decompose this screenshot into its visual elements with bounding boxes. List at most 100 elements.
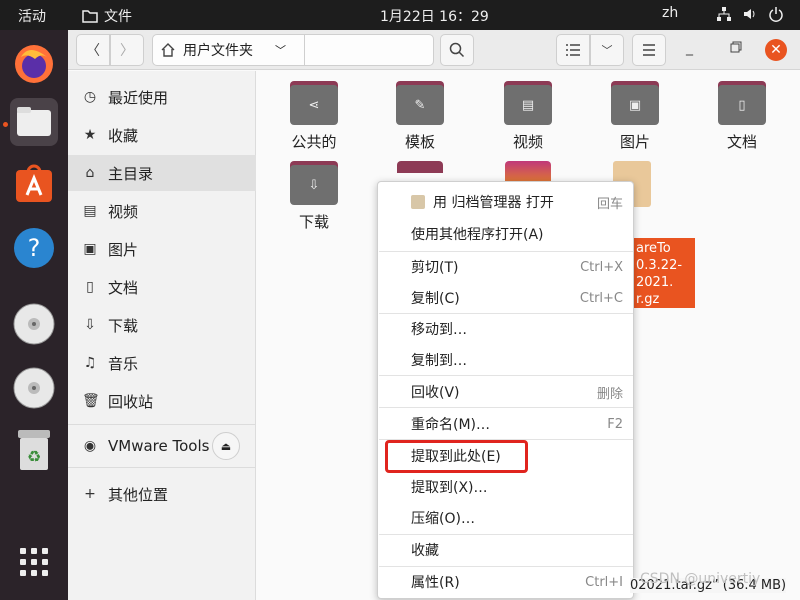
sidebar-item-documents[interactable]: ▯ 文档 — [68, 269, 256, 305]
folder-share-icon: ⋖ — [290, 81, 338, 125]
sidebar-item-downloads[interactable]: ⇩ 下载 — [68, 307, 256, 343]
forward-button[interactable]: 〉 — [110, 34, 144, 66]
disc-icon[interactable] — [10, 300, 58, 348]
network-icon — [716, 6, 732, 22]
menu-item-label: 回收(V) — [411, 385, 460, 401]
trash-icon[interactable]: ♻ — [10, 426, 58, 474]
watermark: CSDN @univertiy — [640, 571, 761, 587]
music-icon: ♫ — [83, 355, 97, 371]
dock: ? ♻ — [0, 30, 68, 600]
app-menu[interactable]: 文件 — [82, 6, 132, 26]
menu-item-copy[interactable]: 复制(C) Ctrl+C — [379, 283, 633, 313]
sidebar-item-recent[interactable]: ◷ 最近使用 — [68, 79, 256, 115]
trash-icon: 🗑︎ — [82, 393, 100, 409]
menu-item-properties[interactable]: 属性(R) Ctrl+I — [379, 567, 633, 597]
hamburger-icon — [643, 44, 655, 56]
close-icon: ✕ — [770, 42, 782, 58]
view-list-button[interactable] — [556, 34, 590, 66]
search-button[interactable] — [440, 34, 474, 66]
firefox-icon[interactable] — [10, 40, 58, 88]
svg-text:♻: ♻ — [27, 447, 41, 466]
activities-button[interactable]: 活动 — [18, 6, 46, 26]
top-bar: 活动 文件 1月22日 16：29 zh — [0, 0, 800, 30]
file-label: 模板 — [404, 133, 435, 151]
header-bar: 〈 〉 用户文件夹 ﹀ ﹀ _ ✕ — [68, 30, 800, 70]
menu-item-cut[interactable]: 剪切(T) Ctrl+X — [379, 252, 633, 282]
sidebar-item-label: 其他位置 — [108, 485, 169, 504]
menu-item-rename[interactable]: 重命名(M)… F2 — [379, 409, 633, 439]
close-button[interactable]: ✕ — [765, 39, 787, 61]
menu-item-open-with[interactable]: 使用其他程序打开(A) — [379, 219, 633, 249]
volume-icon — [742, 6, 758, 22]
back-button[interactable]: 〈 — [76, 34, 110, 66]
star-icon: ★ — [83, 127, 97, 143]
view-options-button[interactable]: ﹀ — [590, 34, 624, 66]
sidebar-item-label: 最近使用 — [108, 88, 169, 107]
folder-documents-icon: ▯ — [718, 81, 766, 125]
menu-item-label: 移动到… — [411, 322, 467, 338]
sidebar-item-starred[interactable]: ★ 收藏 — [68, 117, 256, 153]
plus-icon: + — [84, 486, 96, 502]
chevron-down-icon: ﹀ — [601, 44, 613, 57]
input-language[interactable]: zh — [662, 5, 678, 21]
menu-item-star[interactable]: 收藏 — [379, 535, 633, 565]
path-home-segment[interactable]: 用户文件夹 ﹀ — [153, 35, 305, 65]
minimize-button[interactable]: _ — [686, 40, 693, 56]
file-label: 文档 — [726, 133, 757, 151]
sidebar-item-pictures[interactable]: ▣ 图片 — [68, 231, 256, 267]
menu-item-trash[interactable]: 回收(V) 删除 — [379, 377, 633, 407]
app-grid-icon[interactable] — [10, 538, 58, 586]
menu-item-label: 属性(R) — [411, 575, 460, 591]
software-icon[interactable] — [10, 160, 58, 208]
selected-file-label[interactable]: areTo 0.3.22- 2021. r.gz — [633, 238, 695, 308]
clock[interactable]: 1月22日 16：29 — [380, 6, 489, 26]
file-item-public[interactable]: ⋖ 公共的 — [269, 81, 359, 152]
sidebar-item-label: 回收站 — [108, 392, 154, 411]
list-view-icon — [566, 44, 580, 56]
system-tray[interactable] — [716, 6, 784, 22]
sidebar-item-trash[interactable]: 🗑︎ 回收站 — [68, 383, 256, 419]
disc-icon[interactable] — [10, 364, 58, 412]
file-label: 图片 — [619, 133, 650, 151]
file-item-videos[interactable]: ▤ 视频 — [483, 81, 573, 152]
sidebar-item-label: 下载 — [108, 316, 139, 335]
menu-item-label: 剪切(T) — [411, 260, 459, 276]
menu-item-move-to[interactable]: 移动到… — [379, 314, 633, 344]
main-menu-button[interactable] — [632, 34, 666, 66]
menu-item-accel: Ctrl+X — [580, 259, 623, 275]
sidebar-item-label: VMware Tools — [108, 437, 210, 455]
document-icon: ▯ — [86, 279, 94, 295]
menu-item-extract-to[interactable]: 提取到(X)… — [379, 472, 633, 502]
minimize-icon: _ — [686, 40, 693, 56]
files-icon[interactable] — [10, 98, 58, 146]
sidebar-divider — [68, 467, 256, 468]
menu-item-label: 用 归档管理器 打开 — [433, 195, 554, 211]
menu-item-open-archive-manager[interactable]: 用 归档管理器 打开 回车 — [379, 187, 633, 217]
file-item-downloads[interactable]: ⇩ 下载 — [269, 161, 359, 232]
file-label: 下载 — [298, 213, 329, 231]
file-label: 视频 — [512, 133, 543, 151]
sidebar-item-label: 音乐 — [108, 354, 139, 373]
menu-item-label: 复制到… — [411, 353, 467, 369]
file-item-templates[interactable]: ✎ 模板 — [375, 81, 465, 152]
sidebar-item-music[interactable]: ♫ 音乐 — [68, 345, 256, 381]
sidebar-item-videos[interactable]: ▤ 视频 — [68, 193, 256, 229]
file-item-pictures[interactable]: ▣ 图片 — [590, 81, 680, 152]
sidebar-item-other-locations[interactable]: + 其他位置 — [68, 476, 256, 512]
menu-item-compress[interactable]: 压缩(O)… — [379, 503, 633, 533]
help-icon[interactable]: ? — [10, 224, 58, 272]
folder-pictures-icon: ▣ — [611, 81, 659, 125]
menu-item-label: 复制(C) — [411, 291, 460, 307]
picture-icon: ▣ — [83, 241, 97, 257]
context-menu: 用 归档管理器 打开 回车 使用其他程序打开(A) 剪切(T) Ctrl+X 复… — [377, 181, 634, 599]
menu-item-accel: Ctrl+C — [579, 290, 623, 306]
sidebar-item-home[interactable]: ⌂ 主目录 — [68, 155, 256, 191]
file-item-documents[interactable]: ▯ 文档 — [697, 81, 787, 152]
maximize-button[interactable] — [730, 41, 742, 57]
app-name: 文件 — [104, 9, 132, 25]
chevron-left-icon: 〈 — [86, 43, 100, 59]
menu-item-label: 使用其他程序打开(A) — [411, 227, 544, 243]
menu-item-copy-to[interactable]: 复制到… — [379, 345, 633, 375]
eject-button[interactable]: ⏏ — [212, 432, 240, 460]
path-bar[interactable]: 用户文件夹 ﹀ — [152, 34, 434, 66]
